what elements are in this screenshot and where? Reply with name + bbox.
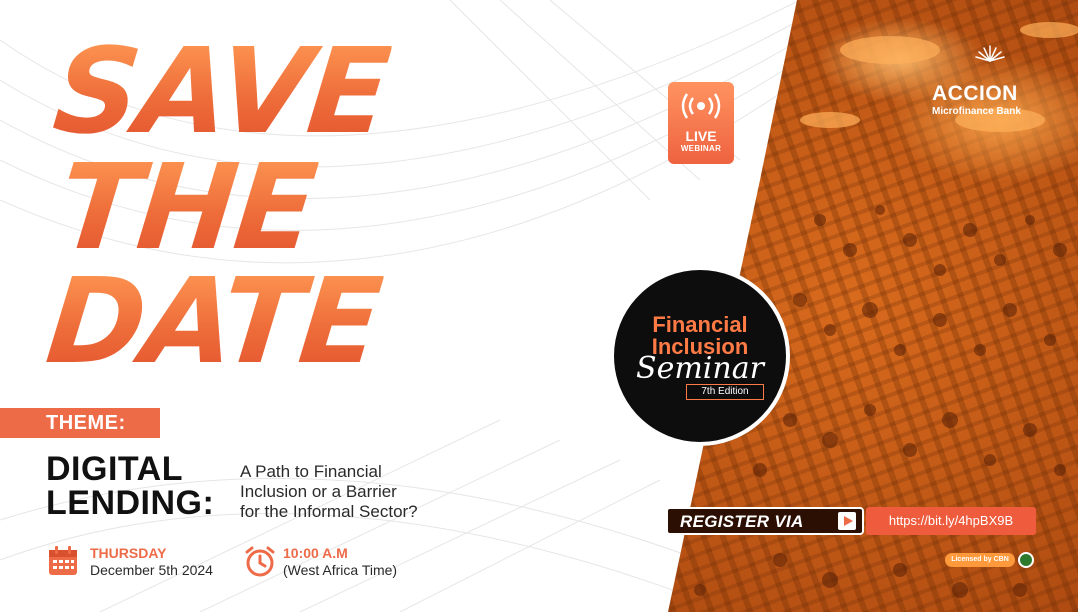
event-date: December 5th 2024: [90, 562, 213, 578]
event-timezone: (West Africa Time): [283, 562, 398, 578]
license-label: Licensed by CBN: [945, 553, 1015, 567]
theme-badge-label: THEME:: [46, 412, 126, 434]
event-time: 10:00 A.M: [283, 545, 348, 561]
live-label: LIVE: [685, 128, 717, 144]
play-icon: [838, 512, 856, 530]
theme-subtitle-line2: Inclusion or a Barrier: [240, 482, 397, 501]
license-badge: Licensed by CBN: [945, 552, 1037, 570]
save-the-date-banner: SAVE THE DATE THEME: DIGITAL LENDING: A …: [0, 0, 1078, 612]
headline-save: SAVE: [47, 22, 395, 160]
theme-title: DIGITAL LENDING:: [46, 452, 214, 520]
seminar-badge: Financial Inclusion Seminar 7th Edition: [610, 266, 790, 446]
brand-subtitle: Microfinance Bank: [932, 106, 1021, 117]
register-label: REGISTER VIA: [680, 512, 804, 531]
register-button[interactable]: REGISTER VIA: [666, 507, 864, 535]
sunburst-logo-icon: [975, 45, 1005, 62]
theme-title-line1: DIGITAL: [46, 450, 183, 488]
cbn-seal-icon: [1018, 552, 1034, 568]
theme-subtitle-line1: A Path to Financial: [240, 462, 382, 481]
theme-title-line2: LENDING:: [46, 484, 215, 522]
brand-name: ACCION: [932, 82, 1018, 105]
seminar-line1: Financial: [652, 312, 748, 337]
headline-date: DATE: [40, 252, 387, 390]
theme-subtitle-line3: for the Informal Sector?: [240, 502, 418, 521]
theme-badge: THEME:: [0, 408, 160, 438]
alarm-clock-icon: [245, 546, 275, 577]
broadcast-icon: [681, 93, 721, 119]
live-webinar-badge: LIVE WEBINAR: [668, 82, 734, 164]
theme-subtitle: A Path to Financial Inclusion or a Barri…: [240, 462, 480, 522]
seminar-edition: 7th Edition: [686, 384, 764, 400]
seminar-script: Seminar: [636, 351, 764, 386]
calendar-icon: [49, 546, 77, 575]
headline-the: THE: [52, 138, 322, 276]
webinar-label: WEBINAR: [680, 144, 722, 153]
registration-link[interactable]: https://bit.ly/4hpBX9B: [866, 507, 1036, 535]
event-day: THURSDAY: [90, 545, 167, 561]
